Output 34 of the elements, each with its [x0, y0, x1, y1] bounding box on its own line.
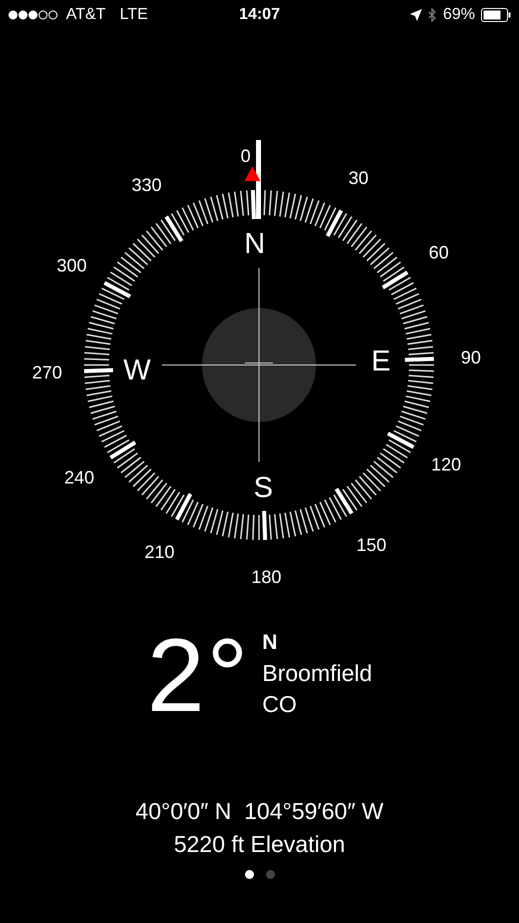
degree-label: 210 — [144, 542, 174, 562]
heading-degrees: 2° — [146, 624, 250, 728]
heading-direction: N — [262, 630, 278, 656]
heading-indicator-icon — [256, 140, 261, 219]
cardinal-label: S — [254, 472, 273, 504]
cardinal-label: E — [371, 346, 391, 378]
degree-label: 30 — [348, 168, 369, 188]
elevation-text: 5220 ft Elevation — [174, 831, 346, 858]
degree-label: 90 — [460, 348, 481, 368]
network-type: LTE — [120, 6, 148, 24]
degree-label: 270 — [32, 362, 62, 382]
degree-label: 150 — [356, 534, 386, 555]
degree-label: 0 — [240, 146, 251, 166]
degree-label: 240 — [64, 467, 94, 488]
degree-label: 60 — [428, 242, 449, 263]
degree-label: 330 — [132, 175, 162, 196]
north-marker-icon — [244, 166, 260, 182]
battery-icon — [481, 8, 512, 22]
city-name: Broomfield — [262, 659, 372, 688]
status-time: 14:07 — [239, 6, 280, 24]
carrier-name: AT&T — [66, 6, 106, 24]
cardinal-label: W — [123, 354, 151, 386]
location-arrow-icon — [410, 9, 422, 21]
cardinal-label: N — [244, 228, 266, 260]
degree-label: 180 — [251, 566, 282, 587]
page-dot[interactable] — [266, 870, 274, 879]
coordinates-text: 40°0′0″ N 104°59′60″ W — [136, 798, 384, 825]
signal-icon — [8, 10, 60, 20]
degree-label: 120 — [431, 454, 462, 475]
battery-percentage: 69% — [442, 6, 476, 24]
state-name: CO — [262, 690, 298, 719]
degree-label: 300 — [56, 255, 87, 276]
bluetooth-icon — [428, 8, 437, 22]
page-dot[interactable] — [244, 870, 254, 879]
